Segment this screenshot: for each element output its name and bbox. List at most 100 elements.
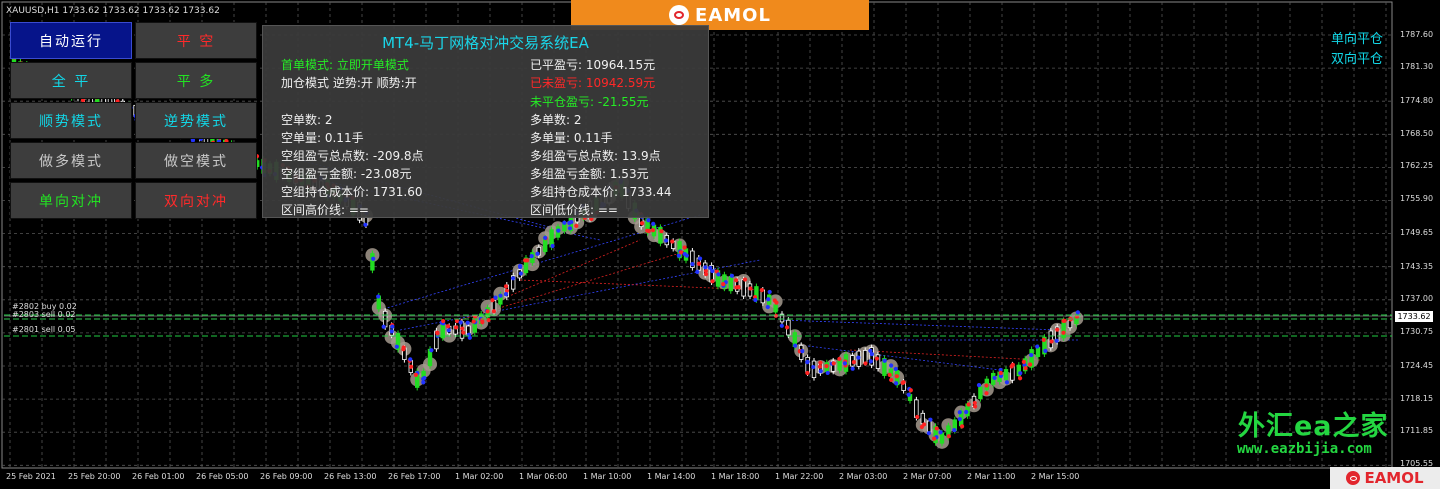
buy-marker	[805, 359, 810, 364]
first-order-mode: 首单模式: 立即开单模式	[281, 58, 409, 72]
buy-marker	[390, 324, 395, 329]
buy-marker	[976, 383, 982, 388]
short-mode-button[interactable]: 做空模式	[135, 142, 257, 179]
buy-marker	[938, 430, 943, 435]
buy-marker	[1054, 338, 1059, 343]
time-tick: 2 Mar 15:00	[1031, 472, 1080, 481]
counter-trend-mode-button[interactable]: 逆势模式	[135, 102, 257, 139]
sell-marker	[453, 325, 459, 330]
candle-body	[1048, 330, 1053, 349]
sell-marker	[889, 377, 894, 383]
candle-body	[1061, 320, 1066, 339]
sell-marker	[1023, 366, 1028, 371]
close-all-button[interactable]: 全 平	[10, 62, 132, 99]
buy-marker	[556, 228, 561, 233]
eamol-top-text: EAMOL	[695, 4, 771, 26]
sell-marker	[670, 239, 675, 244]
sell-marker	[973, 404, 978, 409]
buy-marker	[779, 323, 784, 328]
sell-marker	[413, 372, 418, 377]
buy-marker	[503, 292, 509, 297]
buy-marker	[1004, 380, 1010, 385]
price-tick: 1711.85	[1400, 426, 1434, 435]
sell-marker	[646, 228, 651, 234]
sell-marker	[1049, 339, 1054, 344]
sell-marker	[984, 391, 989, 396]
symbol-info: XAUUSD,H1 1733.62 1733.62 1733.62 1733.6…	[6, 6, 220, 16]
single-close-link[interactable]: 单向平仓	[1331, 28, 1383, 47]
time-tick: 1 Mar 10:00	[583, 472, 632, 481]
sell-marker	[908, 388, 913, 393]
buy-marker	[697, 256, 703, 261]
sell-marker	[696, 261, 702, 266]
auto-run-button[interactable]: 自动运行	[10, 22, 132, 59]
sell-marker	[805, 370, 810, 376]
price-tick: 1730.75	[1400, 327, 1434, 336]
double-hedge-button[interactable]: 双向对冲	[135, 182, 257, 219]
buy-marker	[363, 222, 368, 227]
buy-marker	[957, 416, 962, 422]
sell-marker	[736, 284, 741, 290]
buy-marker	[529, 254, 534, 259]
buy-marker	[767, 289, 772, 295]
close-short-button[interactable]: 平 空	[135, 22, 257, 59]
sell-marker	[946, 434, 951, 439]
short-group-cost: 空组持仓成本价: 1731.60	[281, 185, 423, 199]
price-tick: 1787.60	[1400, 30, 1434, 39]
long-order-count: 多单数: 2	[530, 113, 582, 127]
double-close-link[interactable]: 双向平仓	[1331, 48, 1383, 67]
sell-marker	[574, 223, 579, 228]
price-tick: 1781.30	[1400, 62, 1434, 71]
candle-body	[370, 253, 375, 271]
single-hedge-button[interactable]: 单向对冲	[10, 182, 132, 219]
buy-marker	[690, 262, 695, 267]
buy-marker	[811, 364, 816, 370]
buy-marker	[408, 357, 413, 362]
buy-marker	[389, 329, 394, 334]
sell-marker	[503, 284, 509, 289]
close-long-button[interactable]: 平 多	[135, 62, 257, 99]
buy-marker	[928, 417, 933, 422]
sell-marker	[1061, 330, 1066, 335]
buy-marker	[893, 366, 898, 372]
buy-marker	[992, 375, 997, 381]
sell-marker	[485, 309, 490, 314]
long-order-lots: 多单量: 0.11手	[530, 131, 613, 145]
sell-marker	[710, 279, 715, 284]
sell-marker	[734, 278, 739, 283]
buy-marker	[889, 363, 894, 368]
time-tick: 26 Feb 13:00	[324, 472, 377, 481]
eamol-bottom-text: EAMOL	[1364, 469, 1424, 487]
price-tick: 1724.45	[1400, 361, 1434, 370]
buy-marker	[882, 358, 887, 363]
buy-marker	[766, 297, 771, 302]
sell-marker	[721, 282, 726, 287]
buy-marker	[646, 218, 651, 223]
sell-marker	[659, 229, 664, 234]
candle-body	[728, 276, 733, 292]
sell-marker	[817, 364, 822, 369]
buy-marker	[850, 366, 855, 371]
buy-marker	[957, 410, 962, 415]
buy-marker	[429, 348, 434, 353]
buy-marker	[1029, 352, 1034, 358]
buy-marker	[695, 269, 700, 274]
buy-marker	[716, 272, 721, 277]
time-tick: 1 Mar 18:00	[711, 472, 760, 481]
buy-marker	[381, 324, 386, 329]
long-mode-button[interactable]: 做多模式	[10, 142, 132, 179]
range-low-line: 区间低价线: ==	[530, 203, 618, 217]
sell-marker	[998, 370, 1003, 376]
add-position-mode: 加仓模式 逆势:开 顺势:开	[281, 76, 417, 90]
sell-marker	[748, 286, 753, 291]
time-tick: 26 Feb 17:00	[388, 472, 441, 481]
sell-marker	[639, 221, 645, 226]
price-tick: 1737.00	[1400, 294, 1434, 303]
sell-marker	[1041, 337, 1046, 342]
buy-marker	[510, 276, 516, 281]
short-group-points: 空组盈亏总点数: -209.8点	[281, 149, 424, 163]
candle-body	[1003, 369, 1009, 381]
buy-marker	[567, 226, 573, 231]
sell-marker	[1055, 327, 1060, 332]
trend-mode-button[interactable]: 顺势模式	[10, 102, 132, 139]
